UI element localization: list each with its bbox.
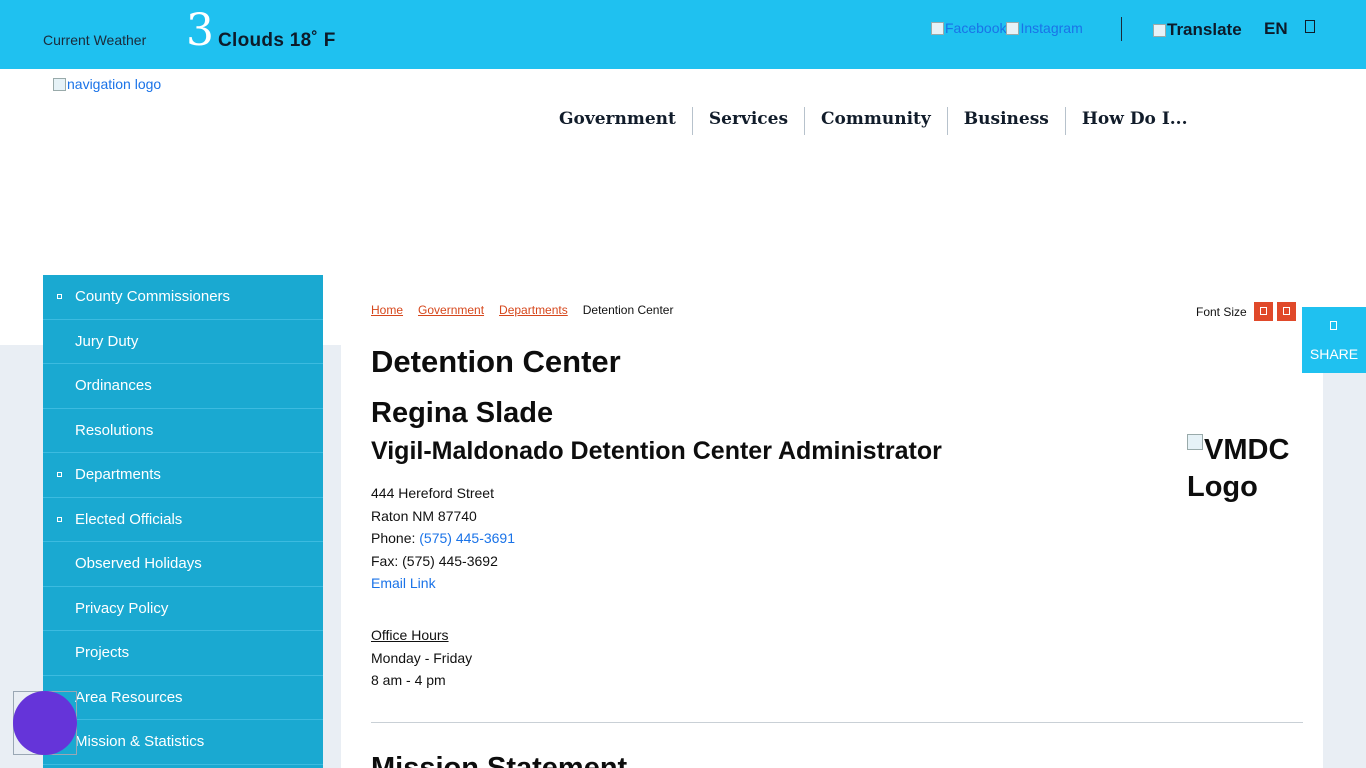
top-bar: Current Weather 3 Clouds 18˚ F Facebook I… <box>0 0 1366 69</box>
nav-services[interactable]: Services <box>693 107 806 135</box>
sidebar-item-observed-holidays[interactable]: Observed Holidays <box>43 542 323 587</box>
office-hours-time: 8 am - 4 pm <box>371 672 446 688</box>
language-dropdown-icon[interactable] <box>1305 20 1315 33</box>
sidebar: County Commissioners Jury Duty Ordinance… <box>43 275 323 768</box>
vmdc-logo-image-icon <box>1187 434 1203 450</box>
address-line-2: Raton NM 87740 <box>371 508 477 524</box>
sidebar-item-mission-statistics[interactable]: Mission & Statistics <box>43 720 323 765</box>
office-hours-days: Monday - Friday <box>371 650 473 666</box>
contact-name: Regina Slade <box>371 397 554 429</box>
font-increase-button[interactable] <box>1277 302 1296 321</box>
breadcrumb: Home Government Departments Detention Ce… <box>371 303 673 317</box>
expand-icon <box>57 516 62 522</box>
breadcrumb-home[interactable]: Home <box>371 303 403 317</box>
sidebar-item-area-resources[interactable]: Area Resources <box>43 676 323 720</box>
sidebar-item-county-commissioners[interactable]: County Commissioners <box>43 275 323 320</box>
main-navigation: Government Services Community Business H… <box>543 107 1204 135</box>
sidebar-item-resolutions[interactable]: Resolutions <box>43 409 323 453</box>
office-hours-label: Office Hours <box>371 627 449 643</box>
sidebar-item-ordinances[interactable]: Ordinances <box>43 364 323 409</box>
weather-icon: 3 <box>186 5 214 56</box>
facebook-link[interactable]: Facebook <box>931 20 1006 36</box>
nav-government[interactable]: Government <box>543 107 693 135</box>
weather-label: Current Weather <box>43 32 147 48</box>
phone-line: Phone: (575) 445-3691 <box>371 530 515 546</box>
breadcrumb-current: Detention Center <box>582 303 674 317</box>
translate-icon <box>1153 23 1166 37</box>
font-increase-icon <box>1283 307 1290 315</box>
phone-link[interactable]: (575) 445-3691 <box>419 530 515 546</box>
nav-how-do-i[interactable]: How Do I... <box>1066 107 1204 135</box>
sidebar-item-projects[interactable]: Projects <box>43 631 323 676</box>
sidebar-item-elected-officials[interactable]: Elected Officials <box>43 498 323 542</box>
breadcrumb-departments[interactable]: Departments <box>499 303 568 317</box>
phone-label: Phone: <box>371 530 420 546</box>
page-title: Detention Center <box>371 344 621 379</box>
facebook-icon <box>931 21 944 35</box>
divider <box>1121 17 1122 41</box>
navigation-logo[interactable]: navigation logo <box>53 76 161 92</box>
expand-icon <box>57 472 62 478</box>
sidebar-item-privacy-policy[interactable]: Privacy Policy <box>43 587 323 631</box>
share-label: SHARE <box>1309 346 1359 362</box>
sidebar-item-departments[interactable]: Departments <box>43 453 323 498</box>
sidebar-item-jury-duty[interactable]: Jury Duty <box>43 320 323 364</box>
share-button[interactable]: SHARE <box>1302 307 1366 373</box>
fax-line: Fax: (575) 445-3692 <box>371 553 498 569</box>
contact-role: Vigil-Maldonado Detention Center Adminis… <box>371 437 942 465</box>
section-divider <box>371 722 1303 723</box>
font-size-label: Font Size <box>1196 305 1247 319</box>
vmdc-logo: VMDC Logo <box>1187 434 1290 503</box>
logo-image-icon <box>53 77 66 91</box>
font-decrease-icon <box>1260 307 1267 315</box>
instagram-link[interactable]: Instagram <box>1006 20 1083 36</box>
nav-community[interactable]: Community <box>805 107 948 135</box>
translate-button[interactable]: Translate <box>1153 20 1242 40</box>
mission-heading: Mission Statement <box>371 752 628 768</box>
instagram-icon <box>1006 21 1020 35</box>
breadcrumb-government[interactable]: Government <box>418 303 484 317</box>
font-decrease-button[interactable] <box>1254 302 1273 321</box>
language-selector[interactable]: EN <box>1264 19 1288 39</box>
accessibility-button[interactable] <box>13 691 77 755</box>
weather-condition: Clouds 18˚ F <box>218 30 336 51</box>
email-link[interactable]: Email Link <box>371 575 436 591</box>
address-line-1: 444 Hereford Street <box>371 485 494 501</box>
expand-icon <box>57 294 62 300</box>
share-icon <box>1330 321 1337 330</box>
social-links: Facebook Instagram <box>931 20 1083 38</box>
nav-business[interactable]: Business <box>948 107 1066 135</box>
